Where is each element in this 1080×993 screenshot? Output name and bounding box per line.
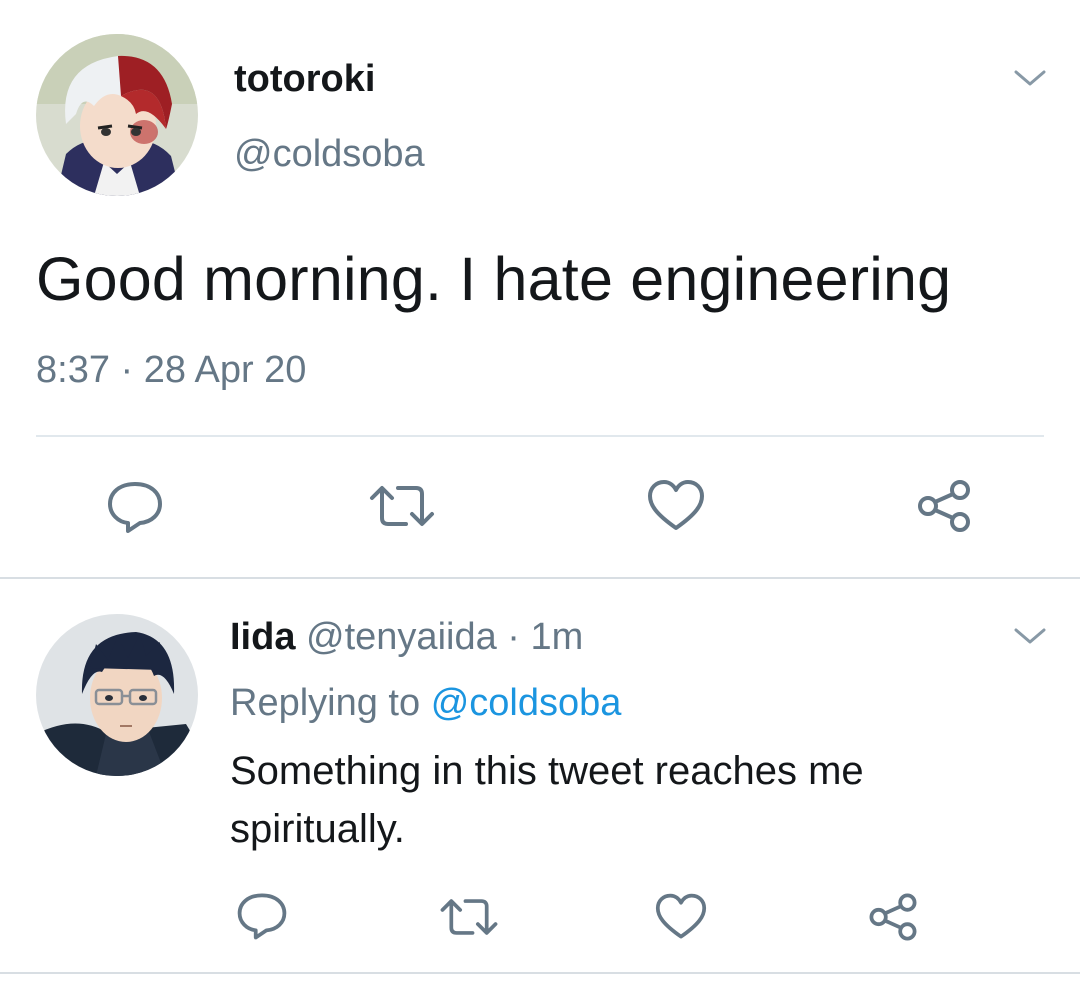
like-icon bbox=[648, 480, 704, 530]
tweet-time: 8:37 bbox=[36, 349, 110, 391]
tweet-menu-button[interactable] bbox=[1012, 624, 1048, 648]
tweet-text: Good morning. I hate engineering bbox=[36, 245, 952, 313]
like-icon bbox=[655, 893, 707, 939]
display-name[interactable]: totoroki bbox=[234, 58, 375, 101]
retweet-icon bbox=[440, 899, 498, 935]
divider bbox=[0, 972, 1080, 974]
meta-separator: · bbox=[507, 616, 520, 658]
retweet-button[interactable] bbox=[366, 480, 438, 532]
chevron-down-icon bbox=[1014, 628, 1046, 644]
reply-header: Iida @tenyaiida · 1m bbox=[230, 616, 583, 659]
user-handle[interactable]: @coldsoba bbox=[234, 133, 425, 176]
reply-button[interactable] bbox=[234, 890, 290, 942]
replying-to: Replying to @coldsoba bbox=[230, 682, 621, 725]
replying-to-handle-link[interactable]: @coldsoba bbox=[431, 682, 622, 724]
retweet-icon bbox=[370, 486, 434, 526]
tweet-date: 28 Apr 20 bbox=[143, 349, 307, 391]
chevron-down-icon bbox=[1014, 70, 1046, 86]
tweet-text: Something in this tweet reaches me spiri… bbox=[230, 749, 864, 851]
divider bbox=[36, 435, 1044, 437]
share-button[interactable] bbox=[866, 890, 920, 944]
like-button[interactable] bbox=[654, 892, 708, 942]
reply-icon bbox=[108, 482, 162, 533]
user-handle[interactable]: @tenyaiida bbox=[306, 616, 497, 658]
divider bbox=[0, 577, 1080, 579]
meta-separator: · bbox=[120, 349, 134, 391]
like-button[interactable] bbox=[646, 478, 706, 534]
tweet-menu-button[interactable] bbox=[1012, 66, 1048, 90]
avatar-iida[interactable] bbox=[36, 614, 198, 776]
tweet-timestamp[interactable]: 8:37 · 28 Apr 20 bbox=[36, 349, 306, 392]
avatar-image bbox=[36, 34, 198, 196]
avatar-image bbox=[36, 614, 198, 776]
display-name[interactable]: Iida bbox=[230, 616, 295, 658]
reply-icon bbox=[237, 893, 287, 940]
share-icon bbox=[918, 480, 970, 532]
avatar-totoroki[interactable] bbox=[36, 34, 198, 196]
share-button[interactable] bbox=[914, 476, 974, 536]
reply-button[interactable] bbox=[104, 478, 166, 536]
retweet-button[interactable] bbox=[436, 894, 502, 940]
share-icon bbox=[869, 893, 917, 941]
tweet-age[interactable]: 1m bbox=[531, 616, 584, 658]
replying-to-label: Replying to bbox=[230, 682, 421, 724]
